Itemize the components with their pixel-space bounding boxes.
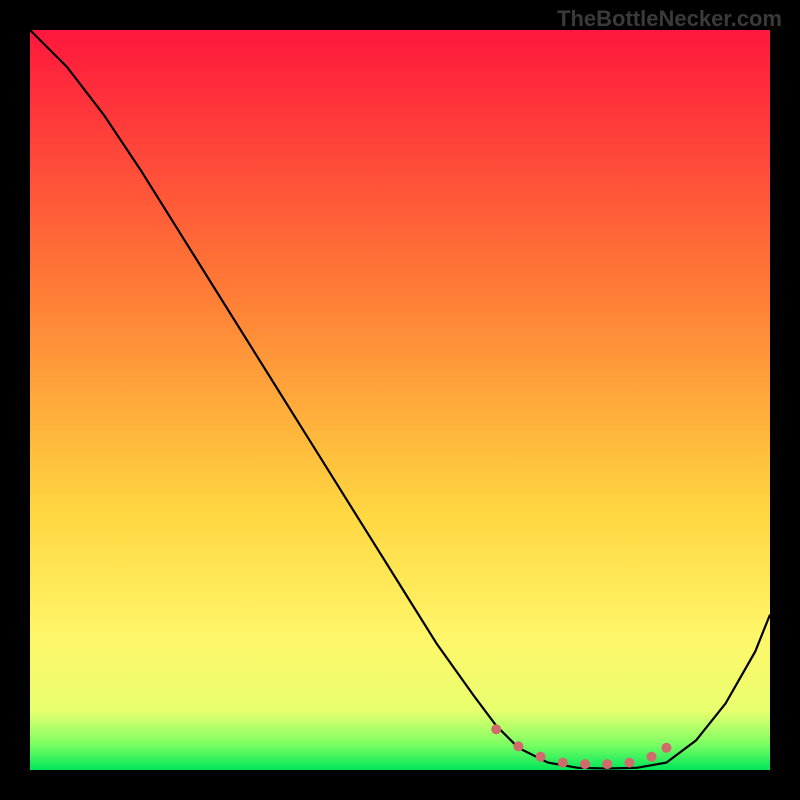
optimal-dot xyxy=(661,743,671,753)
watermark-text: TheBottleNecker.com xyxy=(557,6,782,32)
optimal-dot xyxy=(536,752,546,762)
optimal-dot xyxy=(647,752,657,762)
optimal-dot xyxy=(513,741,523,751)
optimal-dot xyxy=(624,758,634,768)
chart-container xyxy=(30,30,770,770)
optimal-dot xyxy=(602,759,612,769)
optimal-dot xyxy=(558,758,568,768)
optimal-dot xyxy=(580,759,590,769)
optimal-dot xyxy=(491,724,501,734)
bottleneck-chart xyxy=(30,30,770,770)
gradient-background xyxy=(30,30,770,770)
